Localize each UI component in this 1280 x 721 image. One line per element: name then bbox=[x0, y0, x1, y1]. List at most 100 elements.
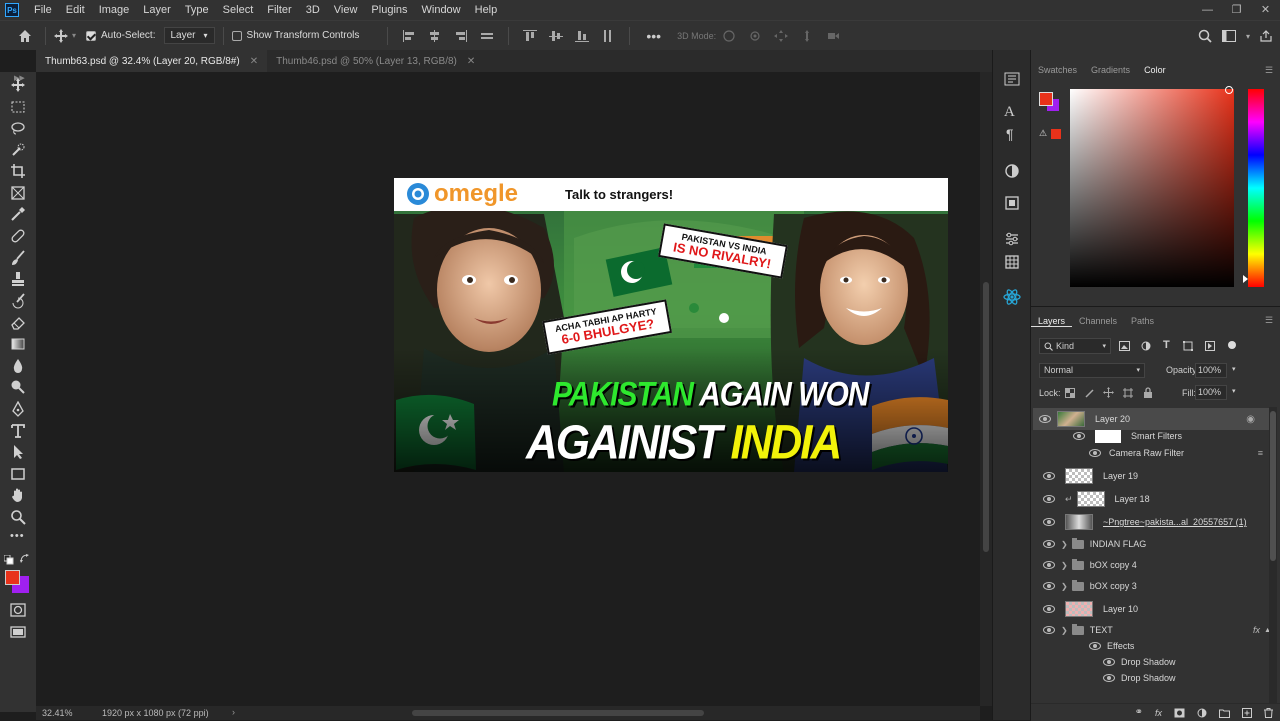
gamut-color-chip[interactable] bbox=[1051, 129, 1061, 139]
gradient-tool-icon[interactable] bbox=[10, 336, 26, 352]
menu-type[interactable]: Type bbox=[178, 0, 216, 20]
add-mask-icon[interactable] bbox=[1174, 708, 1185, 718]
visibility-eye-icon[interactable] bbox=[1043, 605, 1055, 613]
history-panel-icon[interactable] bbox=[1004, 72, 1020, 86]
visibility-eye-icon[interactable] bbox=[1043, 540, 1055, 548]
visibility-eye-icon[interactable] bbox=[1043, 561, 1055, 569]
align-left-icon[interactable] bbox=[402, 29, 416, 42]
menu-plugins[interactable]: Plugins bbox=[364, 0, 414, 20]
lock-pixels-icon[interactable] bbox=[1085, 388, 1095, 398]
libraries-panel-icon[interactable] bbox=[1004, 195, 1020, 211]
fill-chevron-icon[interactable]: ▾ bbox=[1232, 387, 1236, 395]
layer-row-pngtree[interactable]: ~Pngtree~pakista...al_20557657 (1) bbox=[1037, 511, 1269, 533]
layer-row-indian-flag[interactable]: ❯ INDIAN FLAG bbox=[1037, 533, 1269, 555]
expand-chevron-icon[interactable]: ❯ bbox=[1061, 626, 1068, 635]
align-bottom-icon[interactable] bbox=[575, 30, 590, 42]
close-tab-icon[interactable]: ✕ bbox=[467, 56, 475, 67]
filter-options-icon[interactable]: ≡ bbox=[1258, 448, 1263, 458]
menu-file[interactable]: File bbox=[27, 0, 59, 20]
layers-scroll-thumb[interactable] bbox=[1270, 411, 1276, 561]
menu-filter[interactable]: Filter bbox=[260, 0, 298, 20]
crop-tool-icon[interactable] bbox=[10, 163, 26, 179]
filter-type-icon[interactable]: T bbox=[1163, 339, 1170, 351]
layer-row-smart-filters[interactable]: Smart Filters bbox=[1037, 427, 1269, 445]
visibility-eye-icon[interactable] bbox=[1103, 674, 1115, 682]
status-menu-chevron-icon[interactable]: › bbox=[232, 707, 235, 717]
document-canvas[interactable]: omegle Talk to strangers! PAKISTAN VS IN… bbox=[394, 178, 948, 472]
swap-colors-icon[interactable] bbox=[20, 554, 30, 564]
move-tool-icon[interactable] bbox=[10, 77, 26, 93]
lock-artboard-icon[interactable] bbox=[1123, 388, 1133, 398]
layer-row-effects[interactable]: Effects bbox=[1037, 638, 1269, 654]
layer-filter-kind-dropdown[interactable]: Kind ▾ bbox=[1039, 338, 1111, 354]
properties-panel-icon[interactable] bbox=[1004, 231, 1020, 247]
frame-tool-icon[interactable] bbox=[10, 185, 26, 201]
tab-gradients[interactable]: Gradients bbox=[1084, 65, 1137, 75]
tab-thumb46[interactable]: Thumb46.psd @ 50% (Layer 13, RGB/8) ✕ bbox=[267, 50, 484, 72]
zoom-level[interactable]: 32.41% bbox=[42, 708, 73, 718]
share-icon[interactable] bbox=[1260, 30, 1272, 42]
3d-roll-icon[interactable] bbox=[748, 30, 762, 42]
filter-pixel-icon[interactable] bbox=[1119, 341, 1130, 351]
foreground-color-swatch[interactable] bbox=[5, 570, 20, 585]
paragraph-panel-icon[interactable]: ¶ bbox=[1006, 126, 1014, 142]
vertical-scrollbar[interactable] bbox=[980, 72, 992, 706]
clone-stamp-tool-icon[interactable] bbox=[10, 271, 26, 287]
history-brush-tool-icon[interactable] bbox=[10, 293, 26, 309]
adjustments-panel-icon[interactable] bbox=[1004, 163, 1020, 179]
menu-edit[interactable]: Edit bbox=[59, 0, 92, 20]
menu-window[interactable]: Window bbox=[415, 0, 468, 20]
align-middle-icon[interactable] bbox=[549, 30, 564, 42]
filter-adjustment-icon[interactable] bbox=[1141, 341, 1151, 351]
delete-layer-icon[interactable] bbox=[1264, 707, 1273, 718]
expand-chevron-icon[interactable]: ❯ bbox=[1061, 582, 1068, 591]
link-layers-icon[interactable]: ⚭ bbox=[1135, 707, 1143, 718]
edit-toolbar-icon[interactable]: ••• bbox=[10, 530, 25, 542]
auto-select-checkbox[interactable] bbox=[86, 30, 97, 41]
horizontal-scroll-thumb[interactable] bbox=[412, 710, 704, 716]
lock-transparent-icon[interactable] bbox=[1065, 388, 1075, 398]
chevron-down-icon[interactable]: ▾ bbox=[72, 31, 76, 40]
new-layer-icon[interactable] bbox=[1242, 707, 1252, 718]
expand-chevron-icon[interactable]: ❯ bbox=[1061, 561, 1068, 570]
filter-shape-icon[interactable] bbox=[1183, 341, 1193, 351]
visibility-eye-icon[interactable] bbox=[1043, 518, 1055, 526]
restore-icon[interactable]: ❐ bbox=[1222, 0, 1251, 20]
menu-help[interactable]: Help bbox=[468, 0, 505, 20]
dodge-tool-icon[interactable] bbox=[10, 379, 26, 395]
layer-row-box-copy-3[interactable]: ❯ bOX copy 3 bbox=[1037, 575, 1269, 597]
home-icon[interactable] bbox=[17, 28, 33, 44]
expand-chevron-icon[interactable]: ❯ bbox=[1061, 540, 1068, 549]
workspace-chevron-icon[interactable]: ▾ bbox=[1246, 32, 1250, 41]
opacity-chevron-icon[interactable]: ▾ bbox=[1232, 365, 1236, 373]
layer-row-drop-shadow-2[interactable]: Drop Shadow bbox=[1037, 670, 1269, 686]
3d-slide-icon[interactable] bbox=[800, 29, 814, 42]
default-colors-icon[interactable] bbox=[4, 555, 14, 565]
filter-smart-object-icon[interactable] bbox=[1205, 341, 1215, 351]
menu-select[interactable]: Select bbox=[216, 0, 261, 20]
vertical-scroll-thumb[interactable] bbox=[983, 282, 989, 552]
menu-view[interactable]: View bbox=[327, 0, 365, 20]
visibility-eye-icon[interactable] bbox=[1089, 449, 1101, 457]
more-options-icon[interactable]: ••• bbox=[646, 28, 661, 44]
marquee-tool-icon[interactable] bbox=[10, 99, 26, 115]
distribute-vertical-icon[interactable] bbox=[601, 29, 615, 42]
eyedropper-tool-icon[interactable] bbox=[10, 206, 26, 222]
layer-row-box-copy-4[interactable]: ❯ bOX copy 4 bbox=[1037, 554, 1269, 576]
tab-channels[interactable]: Channels bbox=[1072, 316, 1124, 326]
rectangle-tool-icon[interactable] bbox=[10, 466, 26, 482]
visibility-eye-icon[interactable] bbox=[1073, 432, 1085, 440]
align-top-icon[interactable] bbox=[523, 29, 538, 42]
pen-tool-icon[interactable] bbox=[10, 401, 26, 417]
visibility-eye-icon[interactable] bbox=[1089, 642, 1101, 650]
lock-position-icon[interactable] bbox=[1103, 387, 1114, 398]
visibility-eye-icon[interactable] bbox=[1039, 415, 1051, 423]
new-group-icon[interactable] bbox=[1219, 708, 1230, 718]
color-picker-handle[interactable] bbox=[1225, 86, 1233, 94]
new-adjustment-layer-icon[interactable] bbox=[1197, 708, 1207, 718]
tab-paths[interactable]: Paths bbox=[1124, 316, 1161, 326]
add-style-icon[interactable]: fx bbox=[1155, 708, 1162, 718]
3d-scale-icon[interactable] bbox=[826, 30, 840, 42]
blur-tool-icon[interactable] bbox=[10, 358, 26, 374]
close-icon[interactable]: ✕ bbox=[1251, 0, 1280, 20]
